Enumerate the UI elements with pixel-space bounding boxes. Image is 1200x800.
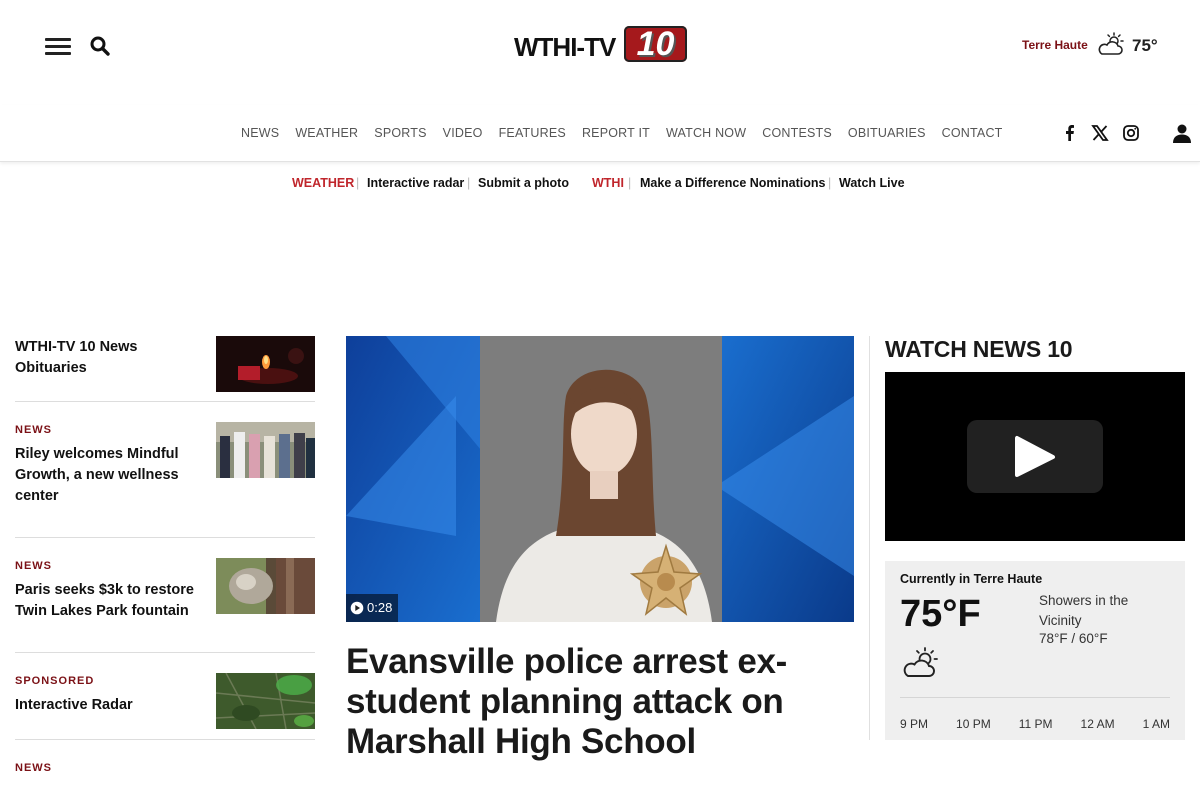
list-item[interactable]: WTHI-TV 10 News Obituaries (15, 336, 315, 402)
story-title[interactable]: Riley welcomes Mindful Growth, a new wel… (15, 444, 195, 507)
nav-item-obituaries[interactable]: OBITUARIES (848, 126, 926, 140)
nav-menu: NEWS WEATHER SPORTS VIDEO FEATURES REPOR… (241, 126, 1019, 140)
play-icon (1015, 436, 1055, 477)
top-stories-list: WTHI-TV 10 News Obituaries NEWS Riley we… (15, 336, 315, 800)
watch-live-link[interactable]: Watch Live (839, 176, 905, 190)
submit-photo-link[interactable]: Submit a photo (478, 176, 569, 190)
weather-condition: Showers in the Vicinity (1039, 593, 1129, 628)
logo-badge: 10 (624, 26, 687, 62)
story-kicker: NEWS (15, 560, 52, 572)
list-item[interactable]: NEWS (15, 760, 315, 800)
facebook-icon[interactable] (1060, 123, 1080, 143)
partly-cloudy-icon (903, 647, 938, 677)
story-thumbnail[interactable] (216, 336, 315, 392)
wthi-tag[interactable]: WTHI (592, 176, 624, 190)
nav-item-news[interactable]: NEWS (241, 126, 279, 140)
nav-item-watch-now[interactable]: WATCH NOW (666, 126, 746, 140)
nav-item-report-it[interactable]: REPORT IT (582, 126, 650, 140)
nav-item-sports[interactable]: SPORTS (374, 126, 426, 140)
play-button[interactable] (967, 420, 1103, 493)
nav-item-contests[interactable]: CONTESTS (762, 126, 832, 140)
current-temperature: 75°F (900, 593, 981, 635)
video-duration-badge[interactable]: 0:28 (346, 594, 399, 622)
instagram-icon[interactable] (1121, 123, 1141, 143)
hour-label: 1 AM (1142, 717, 1170, 731)
account-icon[interactable] (1172, 123, 1192, 143)
nav-item-contact[interactable]: CONTACT (942, 126, 1003, 140)
hour-label: 10 PM (956, 717, 991, 731)
story-kicker: NEWS (15, 762, 52, 774)
interactive-radar-link[interactable]: Interactive radar (367, 176, 464, 190)
weather-divider (900, 697, 1170, 698)
menu-icon[interactable] (45, 37, 71, 57)
nominations-link[interactable]: Make a Difference Nominations (640, 176, 825, 190)
watch-section-title: WATCH NEWS 10 (885, 336, 1073, 362)
weather-widget[interactable]: Currently in Terre Haute 75°F Showers in… (885, 561, 1185, 740)
video-player[interactable] (885, 372, 1185, 541)
logo-text: WTHI-TV (514, 32, 616, 62)
separator: | (356, 176, 360, 190)
play-circle-icon (350, 601, 364, 615)
duration-text: 0:28 (367, 600, 393, 615)
nav-item-features[interactable]: FEATURES (499, 126, 566, 140)
weather-widget-label: Currently in Terre Haute (900, 572, 1043, 586)
site-header: WTHI-TV 10 Terre Haute 75° (0, 0, 1200, 105)
weather-temp[interactable]: 75° (1132, 36, 1158, 56)
story-title[interactable]: Interactive Radar (15, 695, 195, 716)
list-item[interactable]: NEWS Riley welcomes Mindful Growth, a ne… (15, 422, 315, 538)
hourly-forecast: 9 PM 10 PM 11 PM 12 AM 1 AM (900, 717, 1170, 731)
column-divider (869, 336, 870, 740)
story-title[interactable]: WTHI-TV 10 News Obituaries (15, 337, 195, 379)
quick-links-bar: WEATHER | Interactive radar | Submit a p… (0, 176, 1200, 196)
nav-item-video[interactable]: VIDEO (443, 126, 483, 140)
story-kicker: NEWS (15, 424, 52, 436)
x-twitter-icon[interactable] (1090, 123, 1110, 143)
hour-label: 9 PM (900, 717, 929, 731)
separator: | (628, 176, 632, 190)
search-icon[interactable] (89, 35, 111, 57)
partly-cloudy-icon[interactable] (1096, 32, 1126, 58)
weather-city[interactable]: Terre Haute (1022, 38, 1088, 52)
weather-tag[interactable]: WEATHER (292, 176, 354, 190)
list-item[interactable]: NEWS Paris seeks $3k to restore Twin Lak… (15, 558, 315, 653)
hour-label: 12 AM (1080, 717, 1115, 731)
story-title[interactable]: Paris seeks $3k to restore Twin Lakes Pa… (15, 580, 195, 622)
hero-headline[interactable]: Evansville police arrest ex-student plan… (346, 642, 854, 762)
site-logo[interactable]: WTHI-TV 10 (514, 24, 689, 66)
story-thumbnail[interactable] (216, 558, 315, 614)
high-low-temps: 78°F / 60°F (1039, 631, 1108, 646)
story-thumbnail[interactable] (216, 673, 315, 729)
hour-label: 11 PM (1018, 717, 1053, 731)
main-nav: NEWS WEATHER SPORTS VIDEO FEATURES REPOR… (0, 105, 1200, 162)
story-thumbnail[interactable] (216, 422, 315, 478)
story-kicker: SPONSORED (15, 675, 95, 687)
logo-number: 10 (636, 25, 675, 63)
nav-item-weather[interactable]: WEATHER (295, 126, 358, 140)
separator: | (467, 176, 471, 190)
separator: | (828, 176, 832, 190)
hero-image[interactable] (346, 336, 854, 622)
list-item[interactable]: SPONSORED Interactive Radar (15, 673, 315, 740)
